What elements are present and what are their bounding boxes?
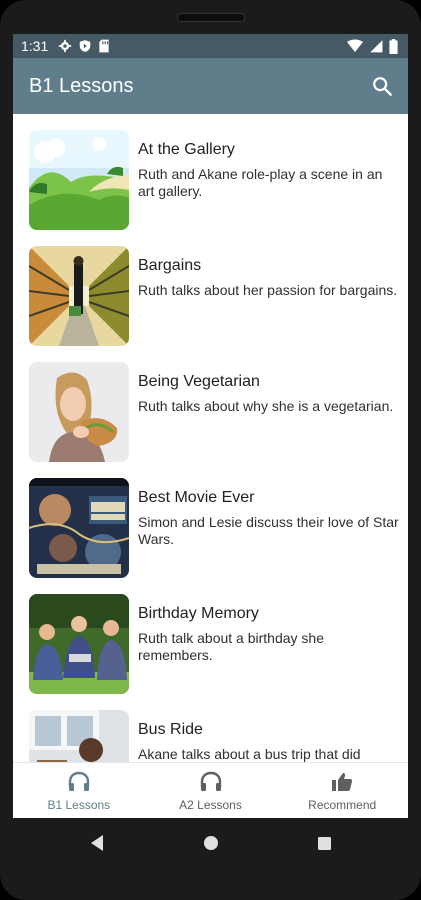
thumbs-up-icon: [332, 773, 353, 791]
list-item[interactable]: Bus Ride Akane talks about a bus trip th…: [13, 694, 408, 762]
list-item[interactable]: Birthday Memory Ruth talk about a birthd…: [13, 578, 408, 694]
list-item[interactable]: Being Vegetarian Ruth talks about why sh…: [13, 346, 408, 462]
lesson-description: Ruth and Akane role-play a scene in an a…: [138, 166, 383, 199]
lesson-title: Bargains: [138, 257, 202, 274]
shield-icon: [80, 40, 91, 52]
home-icon: [203, 836, 218, 850]
lesson-description: Ruth talks about why she is a vegetarian…: [138, 398, 394, 414]
settings-icon: [59, 39, 72, 53]
nav-recommend[interactable]: Recommend: [276, 763, 408, 818]
lesson-thumbnail: [29, 362, 129, 462]
app-bar: B1 Lessons: [13, 58, 408, 114]
lesson-title: Being Vegetarian: [138, 373, 260, 390]
lesson-description: Simon and Lesie discuss their love of St…: [138, 514, 399, 547]
lesson-description: Ruth talks about her passion for bargain…: [138, 282, 398, 298]
status-time: 1:31: [21, 38, 49, 54]
lesson-thumbnail: [29, 594, 129, 694]
nav-a2-lessons[interactable]: A2 Lessons: [145, 763, 277, 818]
lesson-thumbnail: [29, 246, 129, 346]
back-icon: [90, 835, 103, 851]
sd-card-icon: [99, 39, 109, 53]
lesson-title: Bus Ride: [138, 721, 203, 738]
nav-b1-lessons[interactable]: B1 Lessons: [13, 763, 145, 818]
headphones-icon: [200, 771, 221, 791]
search-button[interactable]: [370, 74, 394, 98]
back-button[interactable]: [85, 831, 109, 855]
speaker-grill: [177, 13, 245, 22]
lesson-description: Ruth talk about a birthday she remembers…: [138, 630, 325, 663]
nav-label: B1 Lessons: [47, 798, 111, 812]
battery-icon: [389, 38, 398, 54]
list-item[interactable]: Best Movie Ever Simon and Lesie discuss …: [13, 462, 408, 578]
page-title: B1 Lessons: [29, 74, 134, 97]
search-icon: [373, 77, 392, 96]
nav-label: Recommend: [308, 798, 377, 812]
lesson-title: At the Gallery: [138, 141, 235, 158]
home-button[interactable]: [199, 831, 223, 855]
phone-frame: 1:31 B1 Lessons At the Gallery Ruth and …: [0, 0, 421, 900]
lesson-thumbnail: [29, 130, 129, 230]
lesson-title: Best Movie Ever: [138, 489, 255, 506]
system-navigation-bar: [0, 818, 421, 868]
recents-button[interactable]: [313, 831, 337, 855]
lesson-thumbnail: [29, 478, 129, 578]
app-screen: 1:31 B1 Lessons At the Gallery Ruth and …: [13, 34, 408, 818]
lesson-title: Birthday Memory: [138, 605, 259, 622]
bottom-navigation: B1 Lessons A2 Lessons Recommend: [13, 762, 408, 818]
lesson-list[interactable]: At the Gallery Ruth and Akane role-play …: [13, 114, 408, 762]
lesson-description: Akane talks about a bus trip that did: [138, 746, 361, 762]
status-bar: 1:31: [13, 34, 408, 58]
headphones-icon: [68, 771, 90, 791]
wifi-icon: [347, 39, 363, 52]
recents-icon: [318, 836, 331, 850]
signal-icon: [370, 40, 383, 53]
list-item[interactable]: At the Gallery Ruth and Akane role-play …: [13, 114, 408, 230]
list-item[interactable]: Bargains Ruth talks about her passion fo…: [13, 230, 408, 346]
nav-label: A2 Lessons: [179, 798, 242, 812]
lesson-thumbnail: [29, 710, 129, 762]
